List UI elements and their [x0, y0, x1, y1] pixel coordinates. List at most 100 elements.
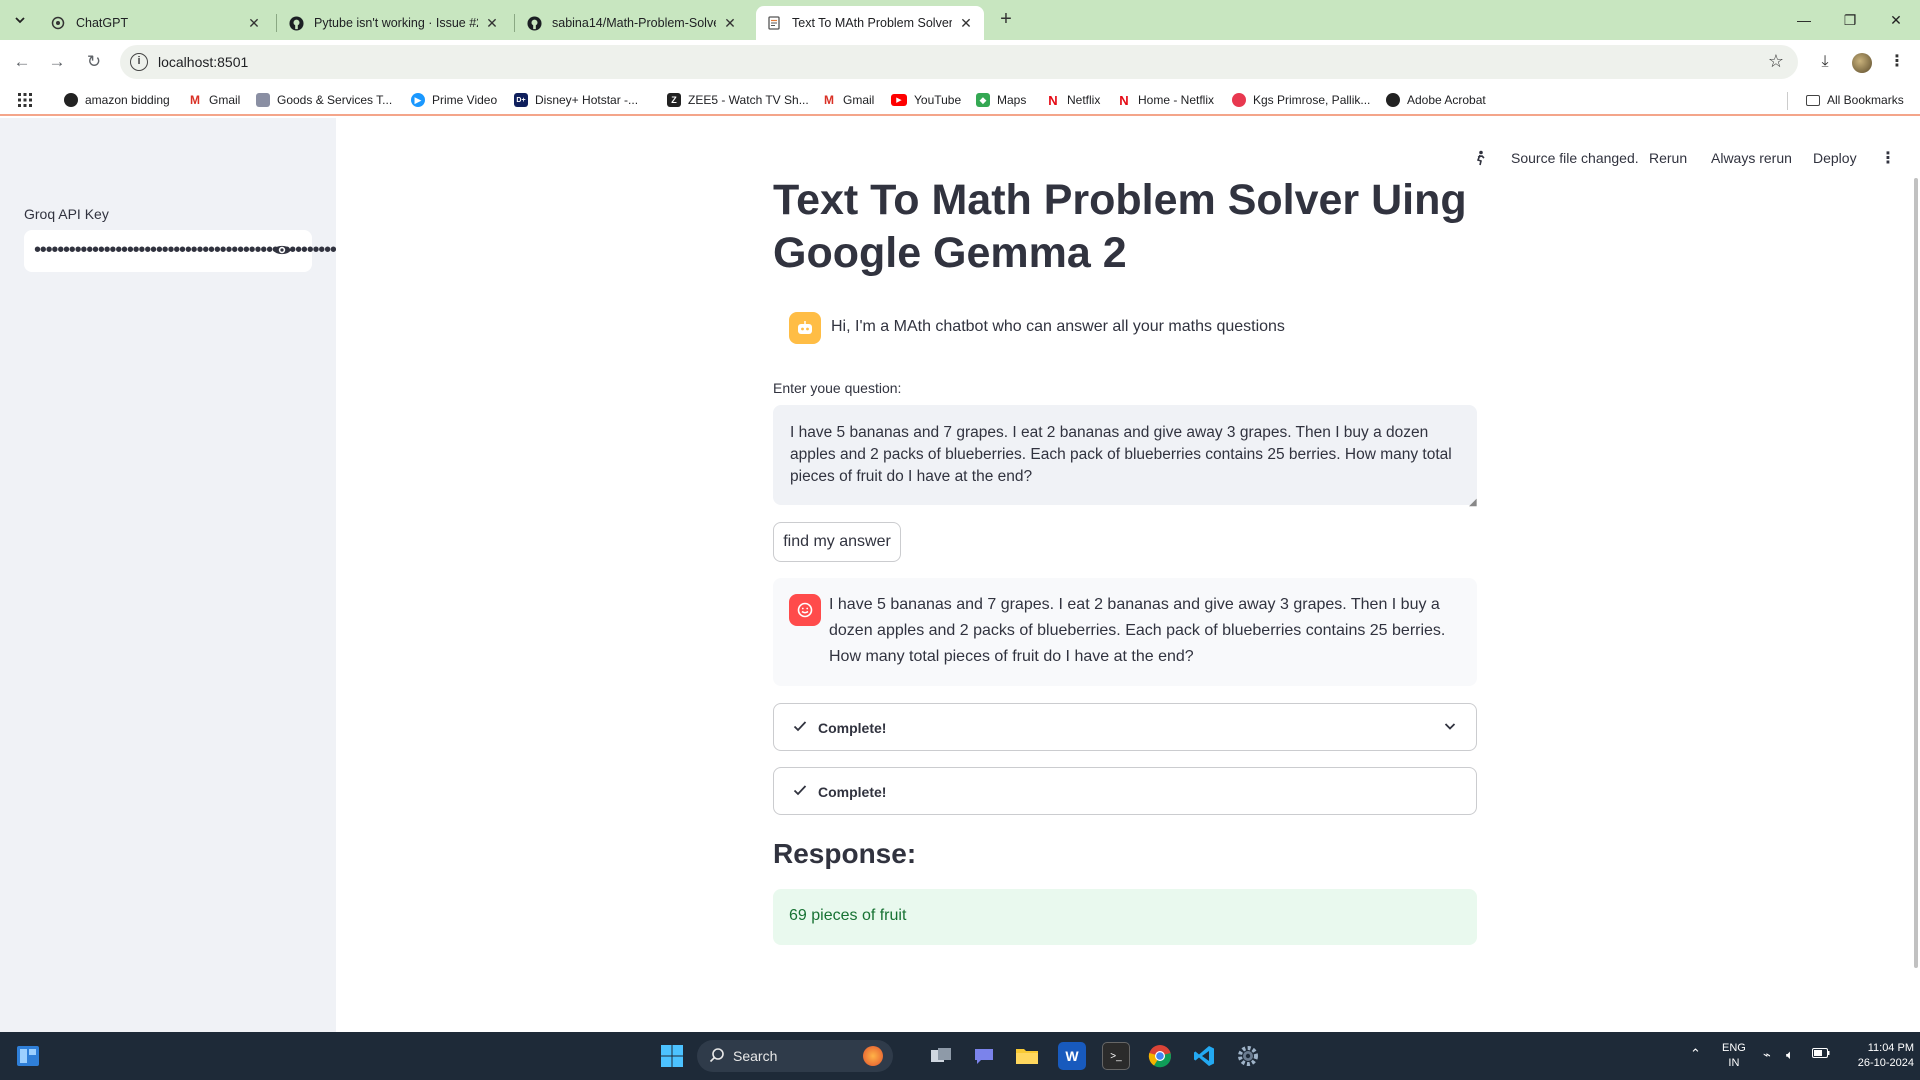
file-explorer-icon[interactable] — [1013, 1042, 1041, 1070]
back-arrow-icon[interactable]: ← — [10, 50, 34, 74]
rerun-button[interactable]: Rerun — [1649, 150, 1687, 166]
bookmark-kgs-primrose[interactable]: Kgs Primrose, Pallik... — [1232, 91, 1370, 109]
main-menu-kebab-icon[interactable]: ⋮ — [1880, 148, 1896, 168]
windows-taskbar: Search W >_ ⌃ ENG IN ⌁ 🔈︎ 11:04 PM 26-10… — [0, 1032, 1920, 1080]
tab-title: sabina14/Math-Problem-Solver — [552, 16, 716, 30]
api-key-input[interactable]: ••••••••••••••••••••••••••••••••••••••••… — [24, 230, 349, 272]
response-success-box: 69 pieces of fruit — [773, 889, 1477, 945]
close-window-icon[interactable]: ✕ — [1873, 6, 1919, 34]
bookmark-gmail[interactable]: M Gmail — [188, 91, 240, 109]
language-indicator[interactable]: ENG IN — [1722, 1041, 1746, 1071]
find-answer-button[interactable]: find my answer — [773, 522, 901, 562]
tab-search-chevron-icon[interactable] — [8, 8, 32, 32]
question-textarea[interactable]: I have 5 bananas and 7 grapes. I eat 2 b… — [773, 405, 1477, 505]
bookmark-zee5[interactable]: Z ZEE5 - Watch TV Sh... — [667, 91, 809, 109]
task-view-icon[interactable] — [927, 1042, 955, 1070]
page-title: Text To Math Problem Solver Uing Google … — [773, 176, 1467, 277]
response-text: 69 pieces of fruit — [789, 907, 907, 924]
site-info-icon[interactable]: i — [130, 53, 148, 71]
tab-pytube-issue[interactable]: Pytube isn't working · Issue #20 ✕ — [278, 6, 510, 40]
profile-avatar[interactable] — [1852, 53, 1872, 73]
bookmark-hotstar[interactable]: D+ Disney+ Hotstar -... — [514, 91, 638, 109]
vscode-icon[interactable] — [1190, 1042, 1218, 1070]
source-changed-status: Source file changed. — [1511, 150, 1639, 166]
status-label: Complete! — [818, 784, 887, 800]
bookmark-adobe-acrobat[interactable]: Adobe Acrobat — [1386, 91, 1486, 109]
bot-avatar-icon — [789, 312, 821, 344]
resize-handle-icon[interactable]: ◢ — [1469, 497, 1477, 508]
bookmark-youtube[interactable]: ▶ YouTube — [891, 91, 961, 109]
always-rerun-button[interactable]: Always rerun — [1711, 150, 1792, 166]
main-content: Source file changed. Rerun Always rerun … — [336, 118, 1920, 1032]
maps-icon: ◆ — [976, 93, 990, 107]
widgets-icon[interactable] — [14, 1042, 42, 1070]
apps-grid-icon[interactable] — [18, 91, 32, 109]
tab-divider — [276, 14, 277, 32]
restore-icon[interactable]: ❐ — [1827, 6, 1873, 34]
browser-toolbar: ← → ↻ i localhost:8501 ☆ ⤓ ⋮ — [0, 40, 1920, 84]
url-text: localhost:8501 — [158, 54, 249, 70]
taskbar-search-box[interactable]: Search — [697, 1040, 893, 1072]
bookmark-label: Disney+ Hotstar -... — [535, 93, 639, 107]
bookmark-gst[interactable]: Goods & Services T... — [256, 91, 392, 109]
user-avatar-icon — [789, 594, 821, 626]
bookmark-label: Netflix — [1067, 93, 1101, 107]
bookmark-maps[interactable]: ◆ Maps — [976, 91, 1026, 109]
status-expander-1[interactable]: Complete! — [773, 703, 1477, 751]
kgs-icon — [1232, 93, 1246, 107]
minimize-icon[interactable]: — — [1781, 6, 1827, 34]
check-icon — [792, 782, 808, 803]
bookmark-label: Gmail — [843, 93, 875, 107]
volume-icon[interactable]: 🔈︎ — [1786, 1047, 1794, 1062]
chrome-icon[interactable] — [1146, 1042, 1174, 1070]
search-label: Search — [733, 1048, 778, 1064]
all-bookmarks[interactable]: All Bookmarks — [1806, 91, 1904, 109]
tab-divider — [514, 14, 515, 32]
bookmark-prime-video[interactable]: ▶ Prime Video — [411, 91, 497, 109]
settings-gear-icon[interactable] — [1234, 1042, 1262, 1070]
search-icon — [709, 1047, 725, 1068]
bookmark-star-icon[interactable]: ☆ — [1768, 51, 1784, 72]
clock[interactable]: 11:04 PM 26-10-2024 — [1838, 1041, 1914, 1071]
bookmark-netflix[interactable]: N Netflix — [1046, 91, 1100, 109]
language-code: ENG — [1722, 1042, 1746, 1054]
show-hidden-icons-chevron-icon[interactable]: ⌃ — [1690, 1046, 1701, 1061]
new-tab-plus-icon[interactable]: + — [994, 8, 1018, 32]
bookmark-gmail-2[interactable]: M Gmail — [822, 91, 874, 109]
forward-arrow-icon[interactable]: → — [45, 50, 69, 74]
api-key-label: Groq API Key — [24, 206, 109, 222]
close-tab-icon[interactable]: ✕ — [246, 15, 262, 32]
deploy-button[interactable]: Deploy — [1813, 150, 1857, 166]
chrome-menu-icon[interactable]: ⋮ — [1885, 50, 1909, 74]
user-message-text: I have 5 bananas and 7 grapes. I eat 2 b… — [829, 596, 1446, 665]
sidebar: Groq API Key •••••••••••••••••••••••••••… — [0, 118, 349, 1032]
close-tab-icon[interactable]: ✕ — [958, 15, 974, 32]
status-expander-2[interactable]: Complete! — [773, 767, 1477, 815]
bookmark-label: Kgs Primrose, Pallik... — [1253, 93, 1371, 107]
word-icon[interactable]: W — [1058, 1042, 1086, 1070]
assistant-chat-message: Hi, I'm a MAth chatbot who can answer al… — [773, 298, 1477, 354]
network-icon[interactable]: ⌁ — [1763, 1047, 1771, 1062]
reload-icon[interactable]: ↻ — [82, 50, 106, 74]
bookmark-amazon-bidding[interactable]: amazon bidding — [64, 91, 170, 109]
teams-chat-icon[interactable] — [970, 1042, 998, 1070]
tab-chatgpt[interactable]: ChatGPT ✕ — [40, 6, 272, 40]
terminal-icon[interactable]: >_ — [1102, 1042, 1130, 1070]
response-heading: Response: — [773, 838, 917, 869]
close-tab-icon[interactable]: ✕ — [484, 15, 500, 32]
chevron-down-icon[interactable] — [1442, 718, 1458, 739]
show-password-eye-icon[interactable] — [272, 243, 292, 262]
tab-github-repo[interactable]: sabina14/Math-Problem-Solver ✕ — [516, 6, 748, 40]
page-scrollbar[interactable] — [1914, 178, 1918, 968]
download-icon[interactable]: ⤓ — [1813, 50, 1837, 74]
close-tab-icon[interactable]: ✕ — [722, 15, 738, 32]
bookmarks-bar: amazon bidding M Gmail Goods & Services … — [0, 84, 1920, 116]
globe-icon — [1386, 93, 1400, 107]
address-bar[interactable]: i localhost:8501 ☆ — [120, 45, 1798, 79]
bookmark-label: All Bookmarks — [1827, 93, 1904, 107]
tab-streamlit-app[interactable]: Text To MAth Problem Solver A ✕ — [756, 6, 984, 40]
bookmark-label: YouTube — [914, 93, 962, 107]
windows-start-icon[interactable] — [658, 1042, 686, 1070]
bookmark-home-netflix[interactable]: N Home - Netflix — [1117, 91, 1214, 109]
battery-icon[interactable] — [1812, 1048, 1830, 1063]
